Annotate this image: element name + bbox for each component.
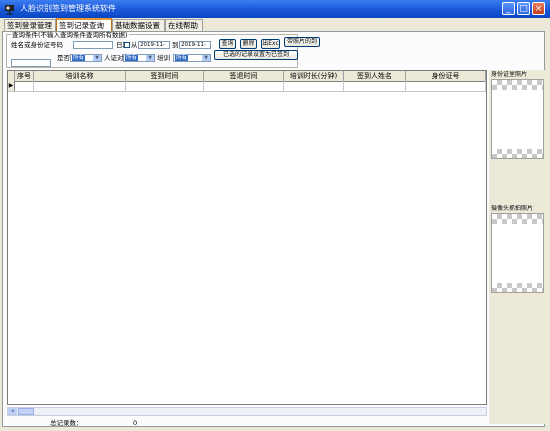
camera-photo-label: 摄像头抓拍照片 [491,205,534,212]
photo-sidebar: 身份证里照片 摄像头抓拍照片 [489,70,545,424]
id-match-label: 人证对 [104,54,124,62]
tab-record-query[interactable]: 签到记录查询 [56,18,112,31]
title-bar[interactable]: 人脸识别签到管理系统软件 _ □ × [0,0,550,18]
export-excel-button[interactable]: 出Exc [261,39,280,49]
window-title: 人脸识别签到管理系统软件 [20,4,116,13]
tab-online-help[interactable]: 在线帮助 [165,19,203,31]
chevron-down-icon: ▼ [202,55,210,61]
table-cell[interactable] [344,81,406,91]
training-select-value: 所有 [175,55,189,61]
set-signed-button[interactable]: 已选的记录设置为已签到 [214,50,298,60]
column-header[interactable]: 培训名称 [34,71,126,81]
id-match-select[interactable]: 所有 ▼ [123,54,155,62]
query-button[interactable]: 查询 [219,39,236,49]
column-header[interactable]: 序号 [15,71,34,81]
name-or-id-input[interactable] [73,41,113,49]
chevron-down-icon: ▼ [93,55,101,61]
tab-signin-management[interactable]: 签到登录管理 [4,19,56,31]
training-select[interactable]: 所有 ▼ [173,54,211,62]
table-cell[interactable] [126,81,204,91]
id-photo-label: 身份证里照片 [491,71,528,78]
status-footer: 总记录数： 0 [2,418,545,428]
camera-snapshot-photo [491,213,544,293]
maximize-button[interactable]: □ [517,2,530,15]
close-button[interactable]: × [532,2,545,15]
camera-icon [5,5,14,15]
blank-input[interactable] [11,59,51,67]
header-corner [8,71,15,81]
column-header[interactable]: 身份证号 [406,71,486,81]
records-table: 序号 培训名称 签到时间 签退时间 培训时长(分钟) 签到人姓名 身份证号 ▶ [7,70,487,405]
late-select[interactable]: 所有 ▼ [70,54,102,62]
id-card-photo [491,79,544,159]
table-cell[interactable] [15,81,34,91]
app-window: 人脸识别签到管理系统软件 _ □ × 签到登录管理 签到记录查询 基础数据设置 … [0,0,550,431]
scroll-left-icon[interactable]: ◂ [8,408,17,415]
column-header[interactable]: 签到时间 [126,71,204,81]
date-to-input[interactable]: 2019-11- [179,41,211,49]
table-cell[interactable] [34,81,126,91]
date-checkbox[interactable] [124,42,130,48]
total-records-value: 0 [133,419,138,427]
column-header[interactable]: 培训时长(分钟) [284,71,344,81]
date-from-label: 从 [131,41,138,49]
id-match-select-value: 所有 [125,55,139,61]
late-label: 是否 [57,54,70,62]
table-row[interactable] [8,81,486,92]
chevron-down-icon: ▼ [146,55,154,61]
date-to-label: 到 [172,41,179,49]
column-header[interactable]: 签到人姓名 [344,71,406,81]
table-cell[interactable] [284,81,344,91]
horizontal-scrollbar[interactable]: ◂ [7,407,487,416]
total-records-label: 总记录数： [50,419,83,427]
table-cell[interactable] [406,81,486,91]
export-with-photo-button[interactable]: 带照片的到 [284,37,320,47]
query-conditions-legend: 查询条件(不输入查询条件查询所有数据) [11,31,129,39]
delete-button[interactable]: 删除 [240,39,257,49]
record-query-panel: 查询条件(不输入查询条件查询所有数据) 姓名或身份证号码 日期 从 2019-1… [2,31,545,427]
table-cell[interactable] [204,81,284,91]
scroll-thumb[interactable] [18,408,34,415]
column-header[interactable]: 签退时间 [204,71,284,81]
minimize-button[interactable]: _ [502,2,515,15]
name-or-id-label: 姓名或身份证号码 [11,41,63,49]
late-select-value: 所有 [72,55,86,61]
date-from-input[interactable]: 2019-11- [138,41,170,49]
training-label: 培训 [157,54,170,62]
tab-basic-data[interactable]: 基础数据设置 [112,19,165,31]
